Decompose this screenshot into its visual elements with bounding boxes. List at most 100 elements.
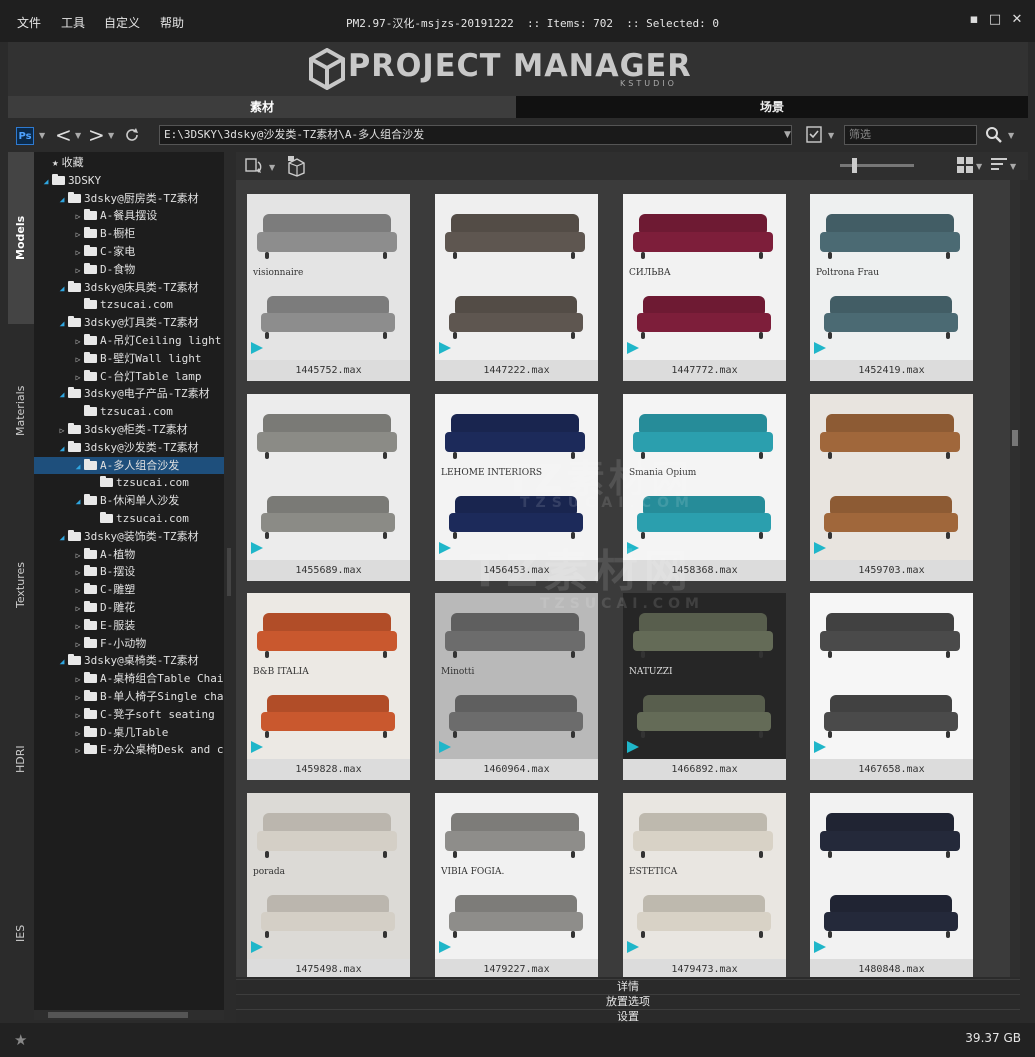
tree-node[interactable]: ◢ 3dsky@电子产品-TZ素材 [34,385,224,402]
forward-arrow-icon[interactable]: > [88,123,105,147]
collapsed-arrow-icon[interactable]: ▷ [72,636,84,653]
expanded-arrow-icon[interactable]: ◢ [40,173,52,190]
path-input[interactable]: E:\3DSKY\3dsky@沙发类-TZ素材\A-多人组合沙发 [159,125,792,145]
vtab-materials[interactable]: Materials [8,324,34,498]
expanded-arrow-icon[interactable]: ◢ [56,653,68,670]
tree-node[interactable]: ▷ E-服装 [34,617,224,634]
tree-node[interactable]: ▷ 3dsky@柜类-TZ素材 [34,421,224,438]
tree-node[interactable]: tzsucai.com [34,510,224,527]
tree-node[interactable]: ◢ 3dsky@沙发类-TZ素材 [34,439,224,456]
expanded-arrow-icon[interactable]: ◢ [56,191,68,208]
view-dropdown-icon[interactable]: ▼ [976,162,982,171]
model-thumbnail-card[interactable]: visionnaire 1445752.max [247,194,410,381]
sort-dropdown-icon[interactable]: ▼ [1010,162,1016,171]
collapsed-arrow-icon[interactable]: ▷ [56,422,68,439]
vtab-textures[interactable]: Textures [8,498,34,672]
collapsed-arrow-icon[interactable]: ▷ [72,244,84,261]
tree-node[interactable]: ◢ 3dsky@装饰类-TZ素材 [34,528,224,545]
ps-dropdown-icon[interactable]: ▼ [39,131,45,140]
menu-file[interactable]: 文件 [17,14,41,31]
maximize-button[interactable]: □ [987,12,1003,28]
collapsed-arrow-icon[interactable]: ▷ [72,547,84,564]
collapsed-arrow-icon[interactable]: ▷ [72,671,84,688]
tree-node[interactable]: ▷ B-摆设 [34,563,224,580]
model-thumbnail-card[interactable]: 1480848.max [810,793,973,977]
collapsed-arrow-icon[interactable]: ▷ [72,208,84,225]
tree-node[interactable]: ▷ C-雕塑 [34,581,224,598]
tree-node[interactable]: ◢ A-多人组合沙发 [34,456,224,475]
expanded-arrow-icon[interactable]: ◢ [56,315,68,332]
tree-node[interactable]: ◢ 3dsky@床具类-TZ素材 [34,279,224,296]
expanded-arrow-icon[interactable]: ◢ [56,529,68,546]
model-thumbnail-card[interactable]: 1459703.max [810,394,973,581]
expanded-arrow-icon[interactable]: ◢ [56,386,68,403]
tree-node[interactable]: ▷ D-雕花 [34,599,224,616]
tree-node[interactable]: ▷ A-吊灯Ceiling light [34,332,224,349]
tree-node[interactable]: ◢ 3DSKY [34,172,224,189]
tree-node[interactable]: ◢ 3dsky@灯具类-TZ素材 [34,314,224,331]
forward-dropdown-icon[interactable]: ▼ [108,131,114,140]
model-thumbnail-card[interactable]: 1467658.max [810,593,973,780]
tree-node[interactable]: ◢ 3dsky@桌椅类-TZ素材 [34,652,224,669]
tree-node[interactable]: ▷ A-植物 [34,546,224,563]
model-thumbnail-card[interactable]: СИЛЬВА 1447772.max [623,194,786,381]
collapsed-arrow-icon[interactable]: ▷ [72,351,84,368]
collapsed-arrow-icon[interactable]: ▷ [72,369,84,386]
vtab-hdri[interactable]: HDRI [8,672,34,846]
tree-scroll-thumb[interactable] [48,1012,188,1018]
vtab-models[interactable]: Models [8,152,34,324]
section-settings[interactable]: 设置 [236,1009,1020,1024]
tree-node[interactable]: ▷ B-壁灯Wall light [34,350,224,367]
tree-node[interactable]: ★ 收藏 [34,154,224,171]
collapsed-arrow-icon[interactable]: ▷ [72,600,84,617]
tree-node[interactable]: ▷ A-桌椅组合Table Chair [34,670,224,687]
close-button[interactable]: ✕ [1009,12,1025,28]
minimize-button[interactable]: ▪ [966,12,982,28]
tree-node[interactable]: ▷ D-食物 [34,261,224,278]
menu-help[interactable]: 帮助 [160,14,184,31]
collapsed-arrow-icon[interactable]: ▷ [72,333,84,350]
model-thumbnail-card[interactable]: Minotti 1460964.max [435,593,598,780]
expanded-arrow-icon[interactable]: ◢ [72,458,84,475]
collapsed-arrow-icon[interactable]: ▷ [72,707,84,724]
vtab-ies[interactable]: IES [8,846,34,1020]
refresh-icon[interactable] [123,126,141,144]
tree-node[interactable]: ◢ 3dsky@厨房类-TZ素材 [34,190,224,207]
checklist-icon[interactable] [805,125,825,145]
menu-tools[interactable]: 工具 [61,14,85,31]
filter-input[interactable]: 筛选 [844,125,977,145]
tree-splitter[interactable] [227,548,231,596]
sort-icon[interactable] [991,157,1007,173]
tree-node[interactable]: ▷ D-桌几Table [34,724,224,741]
tree-node[interactable]: ▷ A-餐具摆设 [34,207,224,224]
collapsed-arrow-icon[interactable]: ▷ [72,564,84,581]
model-thumbnail-card[interactable]: NATUZZI 1466892.max [623,593,786,780]
expanded-arrow-icon[interactable]: ◢ [56,440,68,457]
grid-view-icon[interactable] [957,157,973,173]
photoshop-icon[interactable]: Ps [16,127,34,145]
model-thumbnail-card[interactable]: LEHOME INTERIORS 1456453.max [435,394,598,581]
sync-dropdown-icon[interactable]: ▼ [269,163,275,172]
tab-scenes[interactable]: 场景 [516,96,1028,118]
grid-scroll-thumb[interactable] [1012,430,1018,446]
section-details[interactable]: 详情 [236,979,1020,994]
search-icon[interactable] [985,126,1003,144]
grid-vertical-scrollbar[interactable] [1010,180,1020,977]
model-thumbnail-card[interactable]: 1455689.max [247,394,410,581]
thumb-size-handle[interactable] [852,158,857,173]
collapsed-arrow-icon[interactable]: ▷ [72,689,84,706]
tree-node[interactable]: tzsucai.com [34,296,224,313]
search-dropdown-icon[interactable]: ▼ [1008,131,1014,140]
expanded-arrow-icon[interactable]: ◢ [72,493,84,510]
model-thumbnail-card[interactable]: 1447222.max [435,194,598,381]
tree-node[interactable]: tzsucai.com [34,474,224,491]
tree-node[interactable]: ◢ B-休闲单人沙发 [34,492,224,509]
tab-assets[interactable]: 素材 [8,96,516,118]
tree-node[interactable]: ▷ F-小动物 [34,635,224,652]
collapsed-arrow-icon[interactable]: ▷ [72,725,84,742]
checklist-dropdown-icon[interactable]: ▼ [828,131,834,140]
package-icon[interactable] [286,155,306,177]
section-placement-options[interactable]: 放置选项 [236,994,1020,1009]
collapsed-arrow-icon[interactable]: ▷ [72,262,84,279]
tree-node[interactable]: ▷ B-单人椅子Single chair [34,688,224,705]
